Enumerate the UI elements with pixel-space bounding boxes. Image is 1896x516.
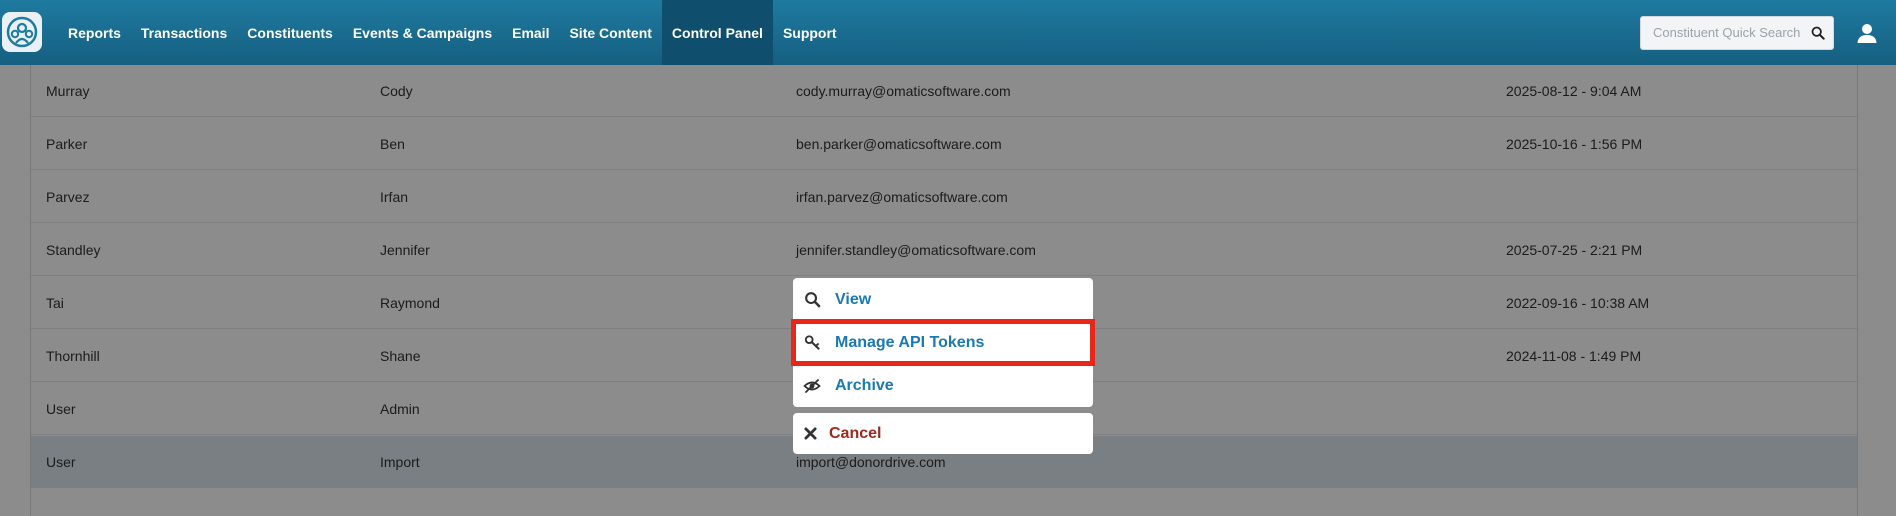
constituent-quick-search-input[interactable]: [1651, 24, 1811, 41]
close-icon: [803, 427, 817, 441]
nav-right-area: [1640, 0, 1896, 65]
nav-item-reports[interactable]: Reports: [58, 0, 131, 65]
top-navigation-bar: Reports Transactions Constituents Events…: [0, 0, 1896, 65]
nav-item-email[interactable]: Email: [502, 0, 559, 65]
search-icon[interactable]: [1811, 25, 1825, 41]
app-logo[interactable]: [2, 12, 42, 52]
manage-api-tokens-menu-item[interactable]: Manage API Tokens: [791, 319, 1095, 366]
cancel-button[interactable]: Cancel: [793, 413, 1093, 454]
nav-menu: Reports Transactions Constituents Events…: [58, 0, 847, 65]
user-account-icon[interactable]: [1856, 22, 1878, 44]
row-action-menu: View Manage API Tokens Archive: [791, 278, 1095, 407]
nav-item-support[interactable]: Support: [773, 0, 847, 65]
archive-label: Archive: [835, 376, 894, 394]
nav-item-site-content[interactable]: Site Content: [559, 0, 661, 65]
nav-item-control-panel[interactable]: Control Panel: [661, 0, 773, 65]
page-root: Reports Transactions Constituents Events…: [0, 0, 1896, 516]
cancel-label: Cancel: [829, 424, 882, 442]
manage-api-tokens-label: Manage API Tokens: [835, 333, 985, 351]
quick-search-box: [1640, 15, 1834, 50]
nav-item-constituents[interactable]: Constituents: [237, 0, 343, 65]
view-menu-item[interactable]: View: [793, 278, 1093, 321]
key-icon: [803, 334, 821, 352]
nav-item-transactions[interactable]: Transactions: [131, 0, 237, 65]
archive-eye-icon: [803, 377, 821, 395]
archive-menu-item[interactable]: Archive: [793, 364, 1093, 407]
view-label: View: [835, 290, 872, 308]
search-icon: [803, 291, 821, 309]
nav-item-events-campaigns[interactable]: Events & Campaigns: [343, 0, 502, 65]
logo-icon: [6, 16, 38, 48]
